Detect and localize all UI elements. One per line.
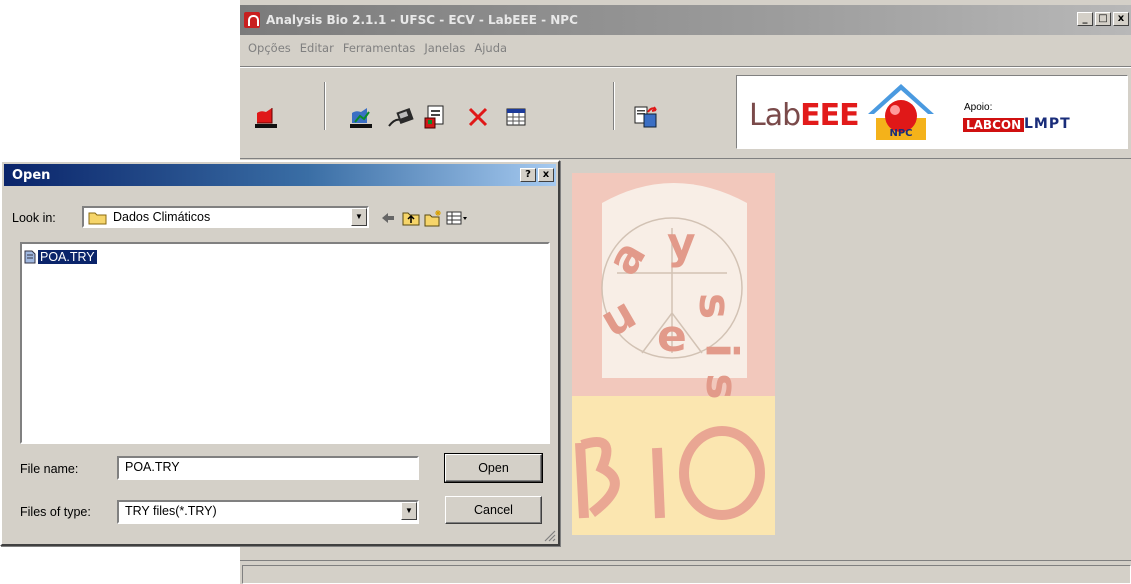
lmpt-logo: LMPT bbox=[1024, 116, 1071, 132]
up-folder-icon[interactable] bbox=[402, 209, 420, 227]
labeee-logo: LabEEE bbox=[749, 98, 860, 133]
svg-text:s: s bbox=[689, 293, 740, 319]
export-icon[interactable] bbox=[632, 104, 660, 130]
resize-grip-icon[interactable] bbox=[542, 528, 556, 542]
apoio-label: Apoio: bbox=[964, 102, 993, 113]
menu-ferramentas[interactable]: Ferramentas bbox=[343, 41, 415, 55]
chevron-down-icon[interactable]: ▼ bbox=[351, 208, 367, 226]
menu-bar: Opções Editar Ferramentas Janelas Ajuda bbox=[248, 41, 507, 55]
chart-icon[interactable] bbox=[347, 104, 375, 130]
edit-icon[interactable] bbox=[387, 104, 415, 130]
toolbar-separator bbox=[613, 82, 615, 130]
file-name-field[interactable]: POA.TRY bbox=[117, 456, 419, 480]
analysis-bio-logo: a y s u e i s bbox=[572, 173, 775, 535]
menu-opcoes[interactable]: Opções bbox=[248, 41, 291, 55]
dialog-title: Open bbox=[12, 167, 51, 183]
files-of-type-label: Files of type: bbox=[20, 505, 91, 519]
look-in-value: Dados Climáticos bbox=[113, 210, 211, 224]
sponsor-logo-panel: LabEEE NPC Apoio: LABCON LMPT bbox=[736, 75, 1128, 149]
view-menu-icon[interactable] bbox=[446, 209, 468, 227]
svg-text:NPC: NPC bbox=[889, 128, 912, 139]
toolbar-separator bbox=[324, 82, 326, 130]
look-in-label: Look in: bbox=[12, 211, 56, 225]
cancel-button[interactable]: Cancel bbox=[445, 496, 542, 524]
dialog-titlebar[interactable]: Open ? x bbox=[4, 164, 556, 186]
save-icon[interactable] bbox=[422, 104, 450, 130]
svg-text:y: y bbox=[667, 218, 696, 269]
files-of-type-value: TRY files(*.TRY) bbox=[125, 504, 217, 518]
look-in-combo[interactable]: Dados Climáticos ▼ bbox=[82, 206, 369, 228]
app-titlebar[interactable]: Analysis Bio 2.1.1 - UFSC - ECV - LabEEE… bbox=[240, 5, 1131, 35]
svg-text:i s: i s bbox=[696, 343, 747, 400]
file-name: POA.TRY bbox=[38, 250, 97, 264]
folder-icon bbox=[88, 212, 107, 225]
toolbar-divider bbox=[240, 66, 1131, 68]
open-button[interactable]: Open bbox=[444, 453, 543, 483]
menu-janelas[interactable]: Janelas bbox=[424, 41, 465, 55]
open-file-icon[interactable] bbox=[252, 104, 280, 130]
status-bar bbox=[240, 560, 1131, 584]
back-icon[interactable] bbox=[379, 209, 397, 227]
help-button[interactable]: ? bbox=[520, 168, 536, 182]
file-list[interactable]: POA.TRY bbox=[20, 242, 550, 444]
dialog-close-button[interactable]: x bbox=[538, 168, 554, 182]
file-icon bbox=[24, 250, 36, 264]
chevron-down-icon[interactable]: ▼ bbox=[401, 502, 417, 520]
menu-editar[interactable]: Editar bbox=[300, 41, 334, 55]
list-item[interactable]: POA.TRY bbox=[24, 250, 97, 264]
minimize-button[interactable]: _ bbox=[1077, 12, 1093, 26]
open-dialog: Open ? x Look in: Dados Climáticos ▼ POA… bbox=[0, 160, 560, 546]
file-name-label: File name: bbox=[20, 462, 79, 476]
new-folder-icon[interactable] bbox=[424, 209, 442, 227]
maximize-button[interactable]: □ bbox=[1095, 12, 1111, 26]
close-button[interactable]: x bbox=[1113, 12, 1129, 26]
delete-icon[interactable] bbox=[464, 104, 492, 130]
app-title: Analysis Bio 2.1.1 - UFSC - ECV - LabEEE… bbox=[266, 13, 578, 27]
app-icon[interactable] bbox=[244, 12, 260, 28]
files-of-type-select[interactable]: TRY files(*.TRY) ▼ bbox=[117, 500, 419, 524]
labcon-logo: LABCON bbox=[963, 118, 1025, 132]
table-icon[interactable] bbox=[502, 104, 530, 130]
menu-ajuda[interactable]: Ajuda bbox=[474, 41, 507, 55]
svg-text:e: e bbox=[657, 311, 687, 362]
npc-logo: NPC bbox=[868, 84, 934, 140]
